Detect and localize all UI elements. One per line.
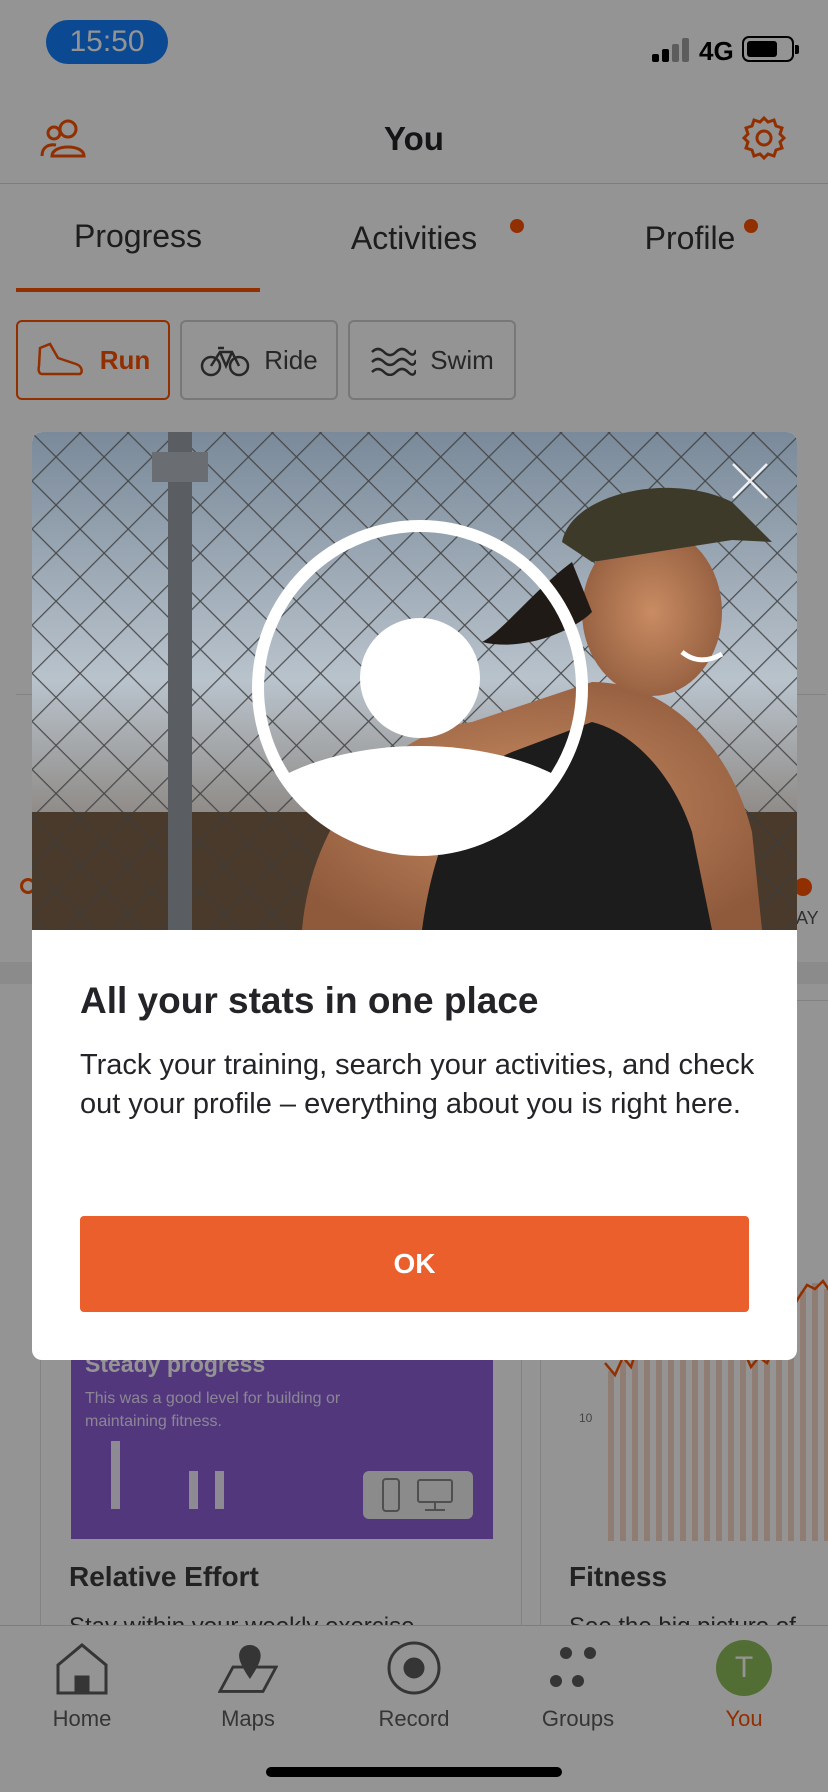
stats-intro-modal: All your stats in one place Track your t… <box>32 432 797 1360</box>
profile-icon <box>252 520 588 856</box>
close-icon[interactable] <box>727 458 773 504</box>
runner-photo <box>32 432 797 930</box>
modal-title: All your stats in one place <box>80 980 539 1021</box>
ok-button[interactable]: OK <box>80 1216 749 1312</box>
modal-body: Track your training, search your activit… <box>80 1049 755 1120</box>
